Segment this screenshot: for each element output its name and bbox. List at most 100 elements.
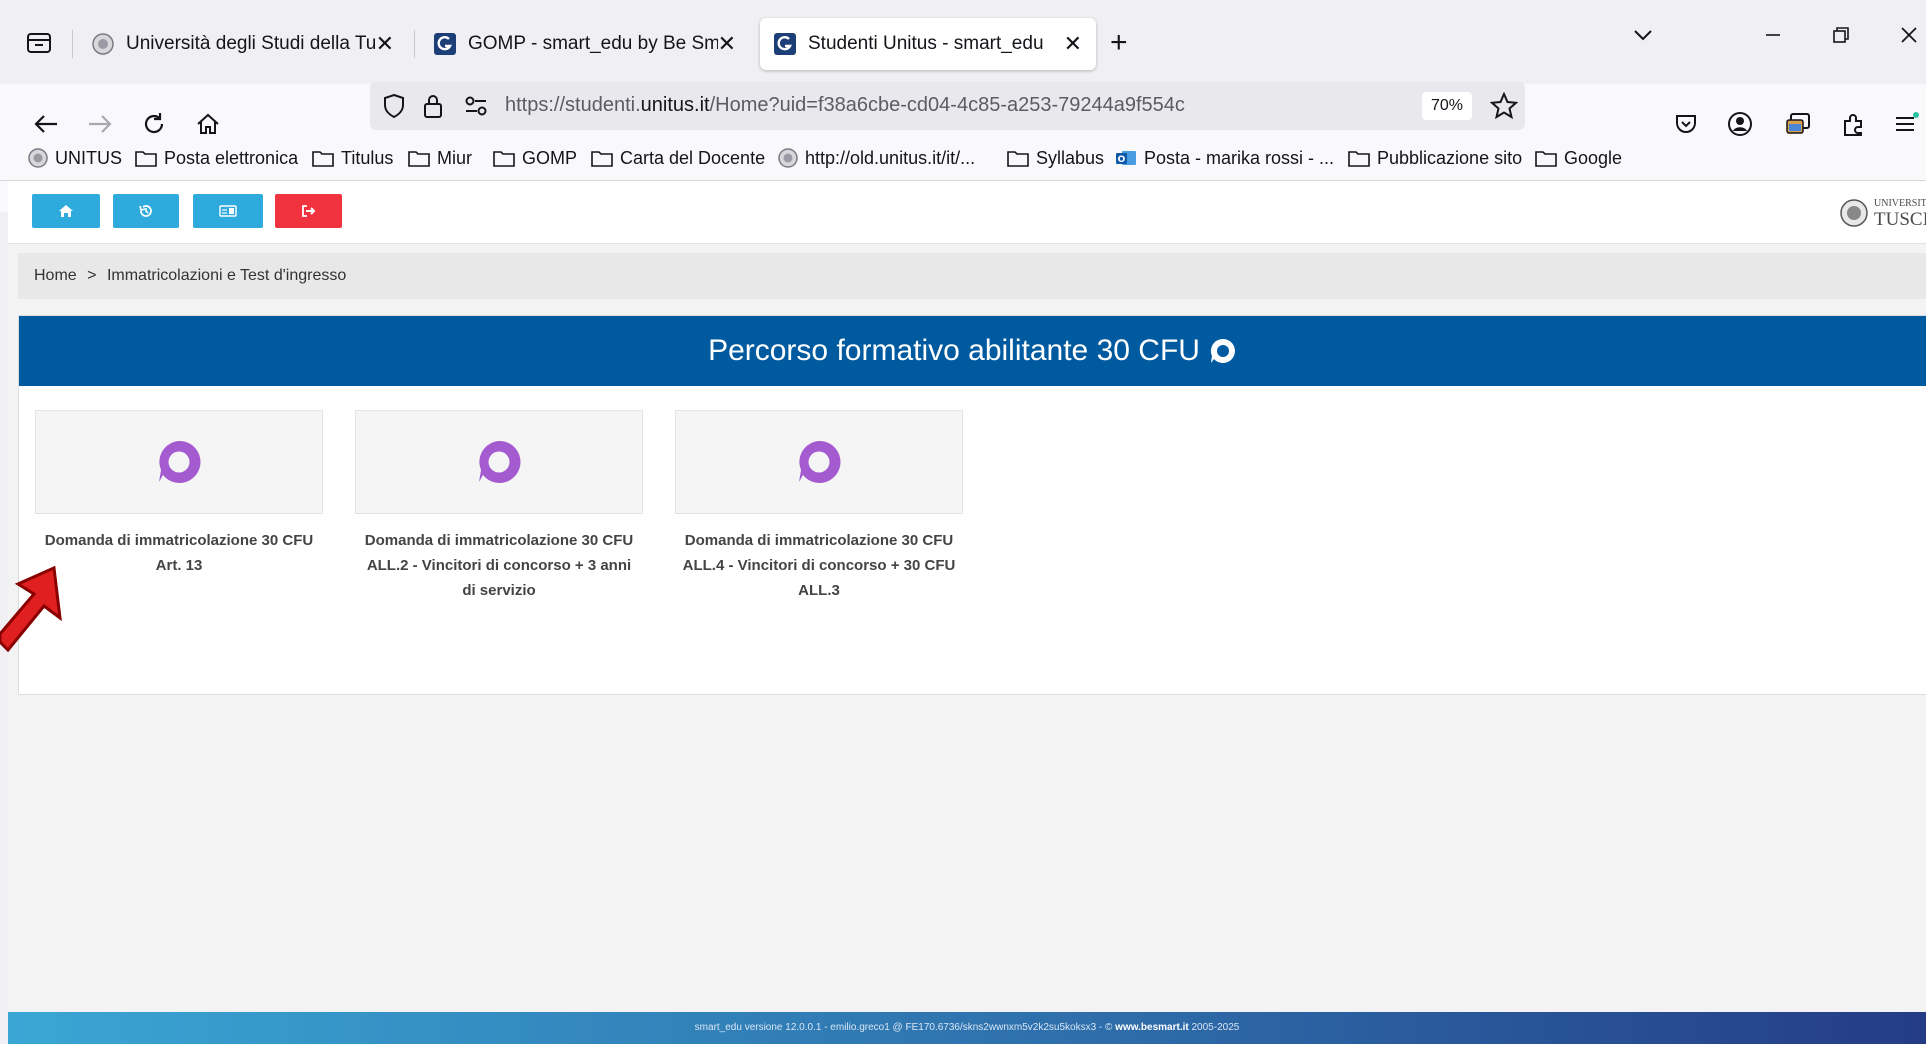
minimize-icon[interactable] [1762, 24, 1784, 53]
folder-icon [1535, 151, 1557, 167]
tab-gomp[interactable]: GOMP - smart_edu by Be Smart - Gestione … [420, 18, 750, 70]
bookmark-label: Titulus [341, 147, 394, 168]
bookmark-posta-outlook[interactable]: O Posta - marika rossi - ... [1115, 140, 1334, 176]
tab-list-icon[interactable] [20, 26, 58, 60]
bookmark-old-unitus[interactable]: http://old.unitus.it/it/... [778, 140, 975, 176]
footer-link[interactable]: www.besmart.it [1115, 1022, 1189, 1033]
bookmark-label: Syllabus [1036, 147, 1105, 168]
university-logo: UNIVERSITÀ TUSCIA [1840, 193, 1926, 233]
tab-separator [72, 30, 73, 58]
tab-title: GOMP - smart_edu by Be Smart - Gestione [468, 33, 718, 54]
bookmark-folder-carta-docente[interactable]: Carta del Docente [591, 140, 765, 176]
bookmark-label: UNITUS [55, 147, 122, 168]
app-menu-icon[interactable] [1886, 104, 1926, 144]
bookmark-label: http://old.unitus.it/it/... [805, 147, 976, 168]
page-footer: smart_edu versione 12.0.0.1 - emilio.gre… [8, 1012, 1926, 1044]
browser-tab-bar: Università degli Studi della Tuscia ✕ GO… [0, 0, 1926, 84]
bookmark-folder-posta[interactable]: Posta elettronica [135, 140, 298, 176]
breadcrumb-home-link[interactable]: Home [34, 253, 77, 299]
url-bar[interactable]: https://studenti.unitus.it/Home?uid=f38a… [370, 82, 1525, 130]
tab-title: Università degli Studi della Tuscia [126, 33, 376, 54]
permissions-icon[interactable] [464, 95, 488, 122]
restore-icon[interactable] [1830, 24, 1852, 53]
profile-card-button[interactable] [193, 194, 263, 228]
logout-button[interactable] [275, 194, 342, 228]
card-label[interactable]: Domanda di immatricolazione 30 CFU Art. … [35, 528, 323, 578]
close-icon[interactable]: ✕ [376, 33, 394, 55]
id-card-icon [219, 205, 237, 217]
tab-overflow-chevron-icon[interactable] [1632, 24, 1654, 53]
tab-title: Studenti Unitus - smart_edu [808, 33, 1044, 54]
outlook-icon: O [1116, 151, 1136, 165]
window-close-icon[interactable] [1898, 24, 1920, 53]
history-button[interactable] [113, 194, 179, 228]
bookmark-label: Pubblicazione sito [1377, 147, 1523, 168]
unitus-seal-icon [92, 33, 114, 55]
bookmark-folder-google[interactable]: Google [1535, 140, 1622, 176]
breadcrumb-separator: > [87, 267, 97, 284]
reload-icon[interactable] [134, 104, 174, 144]
bookmark-label: Miur [437, 147, 472, 168]
url-domain: unitus.it [640, 94, 710, 116]
account-icon[interactable] [1720, 104, 1760, 144]
synced-tabs-icon[interactable] [1778, 104, 1818, 144]
tab-unitus[interactable]: Università degli Studi della Tuscia ✕ [78, 18, 408, 70]
folder-icon [135, 151, 157, 167]
card-icon-box[interactable] [35, 410, 323, 514]
folder-icon [591, 151, 613, 167]
bookmark-folder-syllabus[interactable]: Syllabus [1007, 140, 1104, 176]
speech-bubble-icon [1210, 338, 1235, 363]
enrollment-card-all2[interactable]: Domanda di immatricolazione 30 CFU ALL.2… [355, 410, 643, 603]
new-tab-icon[interactable]: + [1110, 26, 1128, 60]
annotation-arrow-icon [0, 565, 62, 652]
card-label[interactable]: Domanda di immatricolazione 30 CFU ALL.2… [355, 528, 643, 603]
pocket-icon[interactable] [1666, 104, 1706, 144]
speech-bubble-icon [479, 440, 521, 483]
footer-years: 2005-2025 [1188, 1022, 1240, 1033]
url-path: /Home?uid=f38a6cbe-cd04-4c85-a253-79244a… [709, 94, 1185, 116]
bookmark-unitus[interactable]: UNITUS [28, 140, 122, 176]
bookmark-folder-miur[interactable]: Miur [408, 140, 472, 176]
url-text[interactable]: https://studenti.unitus.it/Home?uid=f38a… [505, 94, 1185, 117]
unitus-seal-icon [778, 148, 798, 168]
card-icon-box[interactable] [675, 410, 963, 514]
lock-icon[interactable] [422, 93, 444, 124]
web-page: UNIVERSITÀ TUSCIA Home > Immatricolazion… [8, 181, 1926, 1044]
smartedu-logo-icon [774, 33, 796, 55]
bookmark-folder-titulus[interactable]: Titulus [312, 140, 393, 176]
bookmark-star-icon[interactable] [1489, 91, 1519, 125]
home-icon [59, 205, 73, 217]
smartedu-logo-icon [434, 33, 456, 55]
home-icon[interactable] [188, 104, 228, 144]
folder-icon [408, 151, 430, 167]
card-icon-box[interactable] [355, 410, 643, 514]
bookmark-label: Posta elettronica [164, 147, 299, 168]
logo-text: UNIVERSITÀ TUSCIA [1874, 197, 1926, 229]
bookmark-folder-gomp[interactable]: GOMP [493, 140, 577, 176]
enrollment-card-all4[interactable]: Domanda di immatricolazione 30 CFU ALL.4… [675, 410, 963, 603]
tab-studenti-active[interactable]: Studenti Unitus - smart_edu ✕ [760, 18, 1096, 70]
bookmark-folder-pubblicazione[interactable]: Pubblicazione sito [1348, 140, 1522, 176]
app-toolbar: UNIVERSITÀ TUSCIA [8, 181, 1926, 244]
card-label[interactable]: Domanda di immatricolazione 30 CFU ALL.4… [675, 528, 963, 603]
unitus-seal-icon [28, 148, 48, 168]
bookmark-label: Google [1564, 147, 1623, 168]
zoom-level-badge[interactable]: 70% [1422, 92, 1472, 120]
breadcrumb: Home > Immatricolazioni e Test d'ingress… [18, 253, 1926, 299]
svg-text:O: O [1118, 155, 1126, 165]
speech-bubble-icon [159, 440, 201, 483]
history-icon [139, 205, 152, 217]
folder-icon [1348, 151, 1370, 167]
close-icon[interactable]: ✕ [718, 33, 736, 55]
enrollment-card-art13[interactable]: Domanda di immatricolazione 30 CFU Art. … [35, 410, 323, 578]
tab-separator [414, 30, 415, 58]
close-icon[interactable]: ✕ [1064, 33, 1082, 55]
forward-arrow-icon[interactable] [80, 104, 120, 144]
extensions-puzzle-icon[interactable] [1834, 104, 1874, 144]
home-button[interactable] [32, 194, 100, 228]
footer-text: smart_edu versione 12.0.0.1 - emilio.gre… [694, 1022, 1116, 1033]
breadcrumb-current: Immatricolazioni e Test d'ingresso [106, 267, 347, 284]
tracking-shield-icon[interactable] [382, 93, 406, 124]
back-arrow-icon[interactable] [26, 104, 66, 144]
panel-title: Percorso formativo abilitante 30 CFU [708, 334, 1200, 367]
